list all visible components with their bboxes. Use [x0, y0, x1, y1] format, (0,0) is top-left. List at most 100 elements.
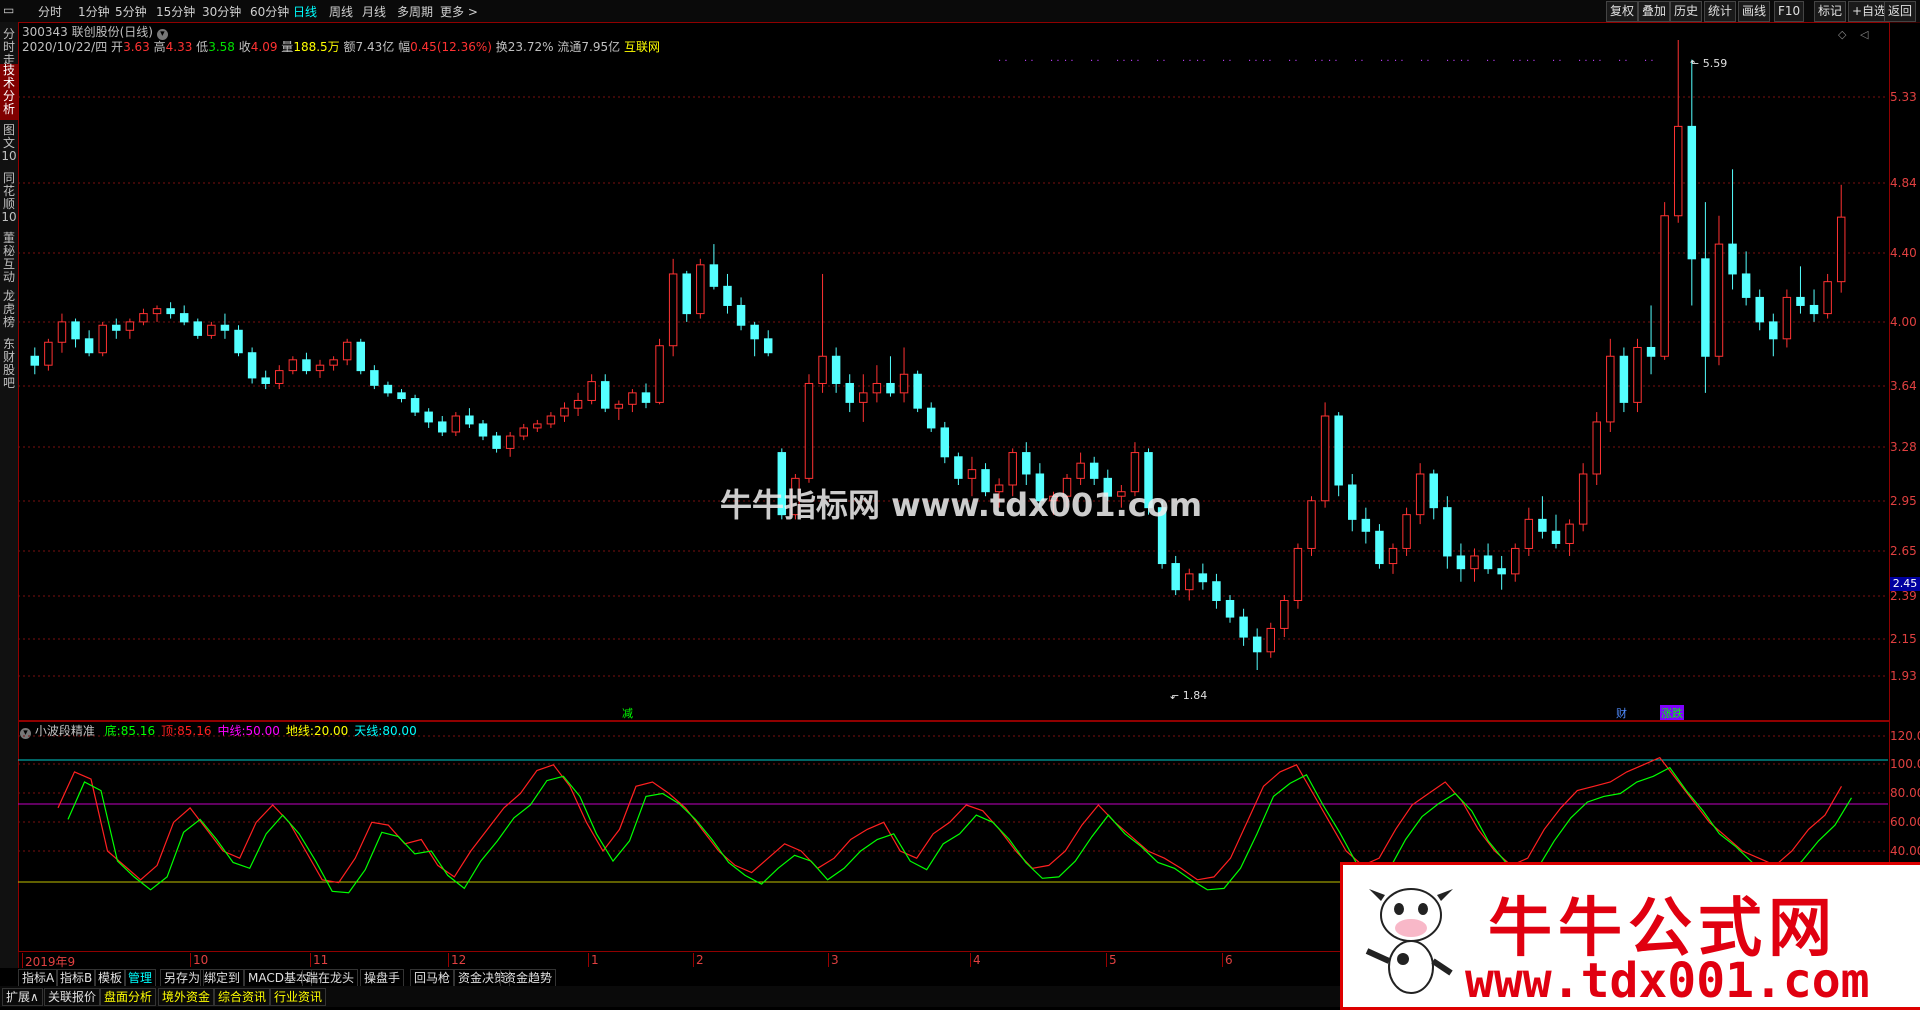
extension-tab-2[interactable]: 盘面分析 [100, 988, 157, 1006]
tool-button-5[interactable]: F10 [1774, 1, 1805, 22]
candlestick-chart[interactable]: · · · · · · · · · · · · · · · · · · · · · · · · · · ·… [18, 22, 1888, 720]
signal-dot: · · [1394, 56, 1404, 67]
period-4[interactable]: 30分钟 [202, 3, 241, 20]
signal-marker-3: 涨跌 [1660, 705, 1684, 721]
signal-marker-1: 减 [622, 707, 633, 720]
period-7[interactable]: 周线 [329, 3, 353, 20]
candle-body [1796, 296, 1805, 306]
extension-tab-3[interactable]: 境外资金 [158, 988, 215, 1006]
candle-body [668, 273, 678, 347]
sidebar-item-4[interactable]: 董秘互动 [0, 232, 18, 286]
signal-dot: · · [1130, 56, 1140, 67]
sidebar-item-3[interactable]: 同花顺10 [0, 172, 18, 228]
period-8[interactable]: 月线 [362, 3, 386, 20]
candle-body [1348, 484, 1357, 520]
candle-body [1402, 514, 1411, 549]
candle-body [478, 423, 488, 437]
period-1[interactable]: 1分钟 [78, 3, 110, 20]
candle-body [383, 384, 393, 394]
extension-tab-1[interactable]: 关联报价 [44, 988, 101, 1006]
extension-tab-4[interactable]: 综合资讯 [214, 988, 271, 1006]
ad-banner[interactable]: 牛牛公式网 www.tdx001.com [1340, 862, 1920, 1010]
tool-button-6[interactable]: 标记 [1814, 1, 1847, 22]
diamond-icon[interactable]: ◇ [1838, 28, 1846, 41]
candle-body [329, 359, 338, 366]
candle-body [1293, 547, 1303, 601]
candle-body [247, 352, 257, 379]
panel-toggle-icon[interactable]: ◁ [1860, 28, 1868, 41]
candle-body [166, 308, 175, 315]
sidebar-item-2[interactable]: 图文10 [0, 124, 18, 168]
tool-button-0[interactable]: 复权 [1606, 1, 1639, 22]
price-tick-9: 2.15 [1890, 632, 1917, 646]
tool-button-2[interactable]: 历史 [1670, 1, 1703, 22]
indicator-tab-7[interactable]: 踹在龙头 [302, 969, 359, 987]
date-tick-5: 2 [693, 953, 704, 967]
tool-button-1[interactable]: 叠加 [1638, 1, 1671, 22]
candle-body [1266, 627, 1275, 653]
signal-dot: · · [1486, 56, 1496, 67]
period-toolbar: ▭ 分时 1分钟 5分钟 15分钟 30分钟 60分钟 日线 周线 月线 多周期 更多 > 复权 叠加… [0, 0, 1920, 23]
tool-button-3[interactable]: 统计 [1704, 1, 1737, 22]
candle-body [152, 308, 162, 315]
sidebar-item-5[interactable]: 龙虎榜 [0, 290, 18, 334]
period-2[interactable]: 5分钟 [115, 3, 147, 20]
indicator-tab-4[interactable]: 另存为 [160, 969, 205, 987]
candle-body [125, 321, 135, 331]
candle-body [1836, 216, 1846, 283]
candle-body [831, 355, 841, 384]
candle-body [302, 359, 311, 372]
candle-body [1225, 599, 1235, 618]
candle-body [723, 285, 732, 306]
candle-body [71, 321, 80, 340]
indicator-tab-1[interactable]: 指标B [56, 969, 97, 987]
period-5[interactable]: 60分钟 [250, 3, 289, 20]
period-9[interactable]: 多周期 [397, 3, 433, 20]
candle-body [1660, 215, 1669, 357]
candle-body [1280, 599, 1289, 629]
tool-button-4[interactable]: 画线 [1738, 1, 1771, 22]
indicator-tick-3: 60.00 [1890, 815, 1920, 829]
sidebar-item-0[interactable]: 分时走势 [0, 28, 18, 80]
candle-body [1415, 473, 1425, 516]
sidebar-item-1[interactable]: 技术分析 [0, 64, 18, 120]
candle-body [1212, 581, 1221, 601]
signal-dot: · · [1420, 56, 1430, 67]
period-3[interactable]: 15分钟 [156, 3, 195, 20]
window-menu-icon[interactable]: ▭ [3, 3, 14, 17]
extension-tab-0[interactable]: 扩展∧ [2, 988, 43, 1006]
extension-tab-5[interactable]: 行业资讯 [270, 988, 327, 1006]
signal-dot: · · [1116, 56, 1126, 67]
candle-body [438, 421, 447, 433]
indicator-tab-0[interactable]: 指标A [18, 969, 59, 987]
candle-body [1483, 555, 1493, 570]
signal-dot: · · [1354, 56, 1364, 67]
sidebar-item-6[interactable]: 东财股吧 [0, 338, 18, 394]
signal-dot: · · [1512, 56, 1522, 67]
candle-body [1823, 281, 1832, 315]
price-tick-2: 4.40 [1890, 246, 1917, 260]
candle-body [1334, 415, 1343, 486]
candle-body [614, 403, 624, 409]
indicator-tab-5[interactable]: 绑定到 [200, 969, 245, 987]
period-6[interactable]: 日线 [293, 3, 317, 20]
candle-body [682, 273, 691, 315]
period-10[interactable]: 更多 > [440, 3, 478, 20]
ad-url: www.tdx001.com [1465, 953, 1870, 1009]
candle-body [1252, 636, 1262, 653]
candle-body [845, 382, 854, 403]
indicator-tab-11[interactable]: 资金趋势 [500, 969, 557, 987]
indicator-tab-2[interactable]: 模板 [94, 969, 127, 987]
indicator-tick-4: 40.00 [1890, 844, 1920, 858]
candle-body [736, 304, 746, 326]
signal-marker-2: 财 [1616, 707, 1627, 720]
candle-body [750, 324, 759, 340]
signal-dot: · · [1592, 56, 1602, 67]
period-0[interactable]: 分时 [38, 3, 62, 20]
candle-body [1687, 125, 1697, 260]
indicator-tab-9[interactable]: 回马枪 [410, 969, 455, 987]
tool-button-8[interactable]: 返回 [1884, 1, 1917, 22]
indicator-tab-8[interactable]: 操盘手 [360, 969, 405, 987]
indicator-tab-3[interactable]: 管理 [124, 969, 157, 987]
candle-body [275, 370, 284, 384]
